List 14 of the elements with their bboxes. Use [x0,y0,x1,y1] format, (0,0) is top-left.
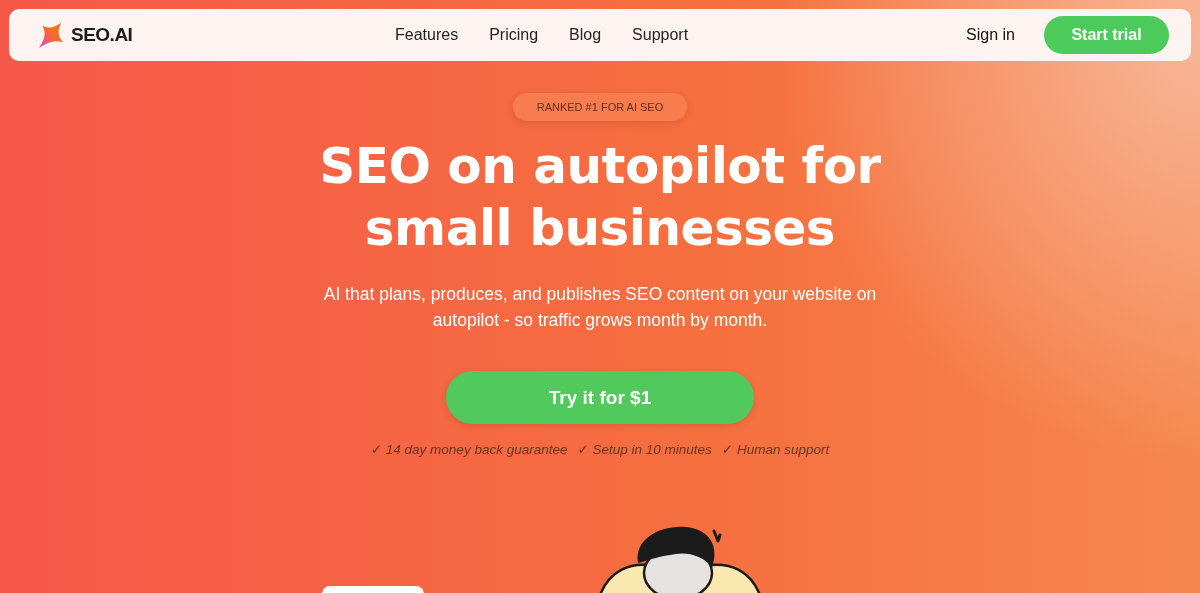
perk-text: ✓ 14 day money back guarantee [370,441,568,457]
headline: SEO on autopilot for [319,136,881,197]
headline: small businesses [364,198,836,259]
ranking-badge: RANKED #1 FOR AI SEO [512,93,688,121]
nav-link[interactable]: Features [395,26,459,44]
subtitle: AI that plans, produces, and publishes SEO content on your website on autopilot - so traffic grows month by month. [322,283,878,332]
perk-text: ✓ Human support [721,441,830,457]
nav-link[interactable]: Pricing [489,26,539,44]
sign-in-link[interactable]: Sign in [966,26,1015,44]
star-logo-icon [37,21,65,49]
nav-link[interactable]: Blog [569,26,602,44]
nav-link[interactable]: Support [632,26,689,44]
brand-name[interactable]: SEO.AI [71,24,133,46]
perk-text: ✓ Setup in 10 minutes [577,441,712,457]
